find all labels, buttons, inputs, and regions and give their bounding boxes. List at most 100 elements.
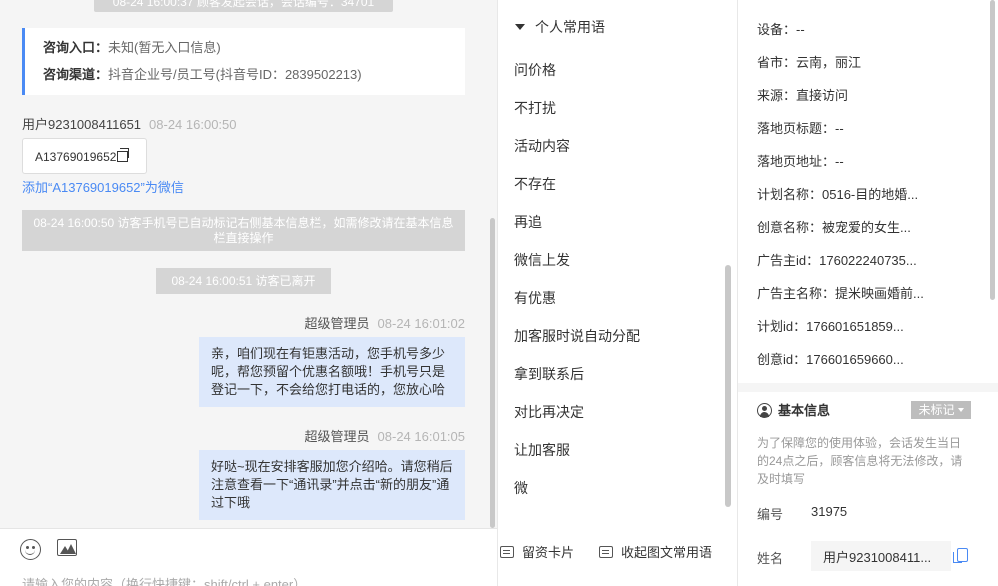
consult-channel-row: 咨询渠道：抖音企业号/员工号(抖音号ID：2839502213) [43,65,465,92]
visitor-message-bubble: A13769019652 [22,138,147,174]
agent-message-time: 08-24 16:01:05 [377,429,465,444]
field-value: 被宠爱的女生... [822,220,911,235]
field-plan-id: 计划id：176601651859... [757,316,904,335]
field-value: 提米映画婚前... [835,286,924,301]
card-icon [500,546,514,558]
mark-status-dropdown[interactable]: 未标记 [911,401,971,419]
phrase-item[interactable]: 让加客服 [514,440,570,460]
field-label: 落地页地址： [757,154,836,169]
phrase-item[interactable]: 问价格 [514,60,556,80]
phrase-item[interactable]: 有优惠 [514,288,556,308]
field-label: 设备： [757,22,797,37]
field-source: 来源：直接访问 [757,85,848,104]
field-advertiser-id: 广告主id：176022240735... [757,250,917,269]
consult-channel-label: 咨询渠道： [43,67,109,82]
visitor-message-meta: 用户9231008411651 08-24 16:00:50 [22,114,237,133]
field-device: 设备：-- [757,19,805,38]
field-creative-name: 创意名称：被宠爱的女生... [757,217,911,236]
name-label: 姓名 [757,551,784,566]
consult-entry-row: 咨询入口：未知(暂无入口信息) [43,38,465,65]
phrase-item[interactable]: 活动内容 [514,136,570,156]
field-label: 来源： [757,88,797,103]
field-value: 176601651859... [806,319,904,334]
field-value: -- [835,154,844,169]
field-label: 广告主名称： [757,286,836,301]
visitor-message-text: A13769019652 [35,150,117,164]
phrase-group-title: 个人常用语 [535,19,605,35]
field-value: 176022240735... [819,253,917,268]
copy-icon[interactable] [953,548,968,563]
message-input[interactable] [22,576,482,586]
agent-name: 超级管理员 [304,429,370,444]
consult-entry-label: 咨询入口： [43,40,109,55]
field-label: 省市： [757,55,797,70]
user-circle-icon [757,403,772,418]
agent-message-meta: 超级管理员 08-24 16:01:02 [305,313,465,332]
copy-icon[interactable] [117,148,130,162]
consult-channel-value: 抖音企业号/员工号(抖音号ID：2839502213) [108,67,362,82]
collapse-phrases-button[interactable]: 收起图文常用语 [599,542,712,561]
field-value: 云南，丽江 [796,55,862,70]
chat-panel: 08-24 16:00:37 顾客发起会话，会话编号：34701 咨询入口：未知… [0,0,497,586]
phrase-group-header[interactable]: 个人常用语 [515,17,605,37]
field-region: 省市：云南，丽江 [757,52,861,71]
system-message-visitor-left: 08-24 16:00:51 访客已离开 [156,268,331,294]
smiley-mouth [25,549,35,555]
mark-status-label: 未标记 [918,403,955,417]
caret-down-icon [957,408,964,412]
name-field[interactable] [811,541,951,571]
smiley-face-icon[interactable] [20,539,41,560]
phrase-item[interactable]: 不打扰 [514,98,556,118]
agent-message-meta: 超级管理员 08-24 16:01:05 [305,426,465,445]
number-label: 编号 [757,507,784,522]
consult-entry-value: 未知(暂无入口信息) [108,40,221,55]
field-plan-name: 计划名称：0516-目的地婚... [757,184,918,203]
field-label: 落地页标题： [757,121,836,136]
phrase-item[interactable]: 对比再决定 [514,402,584,422]
field-value: -- [796,22,805,37]
system-message-session-start: 08-24 16:00:37 顾客发起会话，会话编号：34701 [94,0,393,12]
basic-info-title: 基本信息 [778,403,831,418]
edit-notice: 为了保障您的使用体验，会话发生当日的24点之后，顾客信息将无法修改，请及时填写 [757,436,963,486]
phrase-item[interactable]: 拿到联系后 [514,364,584,384]
phrase-item[interactable]: 加客服时说自动分配 [514,326,640,346]
agent-name: 超级管理员 [304,316,370,331]
system-message-auto-mark: 08-24 16:00:50 访客手机号已自动标记右侧基本信息栏，如需修改请在基… [22,210,465,251]
agent-message-time: 08-24 16:01:02 [377,316,465,331]
field-label: 创意名称： [757,220,823,235]
field-value: 0516-目的地婚... [822,187,919,202]
phrase-item[interactable]: 微 [514,478,528,498]
field-value: 直接访问 [796,88,849,103]
agent-message-bubble: 好哒~现在安排客服加您介绍哈。请您稍后注意查看一下“通讯录”并点击“新的朋友”通… [199,450,465,520]
collapse-phrases-label: 收起图文常用语 [621,545,713,560]
consult-info-card: 咨询入口：未知(暂无入口信息) 咨询渠道：抖音企业号/员工号(抖音号ID：283… [22,28,465,95]
caret-down-icon [515,24,525,30]
visitor-name: 用户9231008411651 [22,117,142,132]
phrases-scrollbar[interactable] [725,265,731,507]
field-landing-url: 落地页地址：-- [757,151,844,170]
image-icon[interactable] [57,539,77,556]
phrase-item[interactable]: 不存在 [514,174,556,194]
phrase-item[interactable]: 微信上发 [514,250,570,270]
visitor-message-time: 08-24 16:00:50 [149,117,237,132]
agent-message-bubble: 亲，咱们现在有钜惠活动，您手机号多少呢，帮您预留个优惠名额哦！手机号只是登记一下… [199,337,465,407]
field-value: -- [835,121,844,136]
field-landing-title: 落地页标题：-- [757,118,844,137]
field-creative-id: 创意id：176601659660... [757,349,904,368]
leave-card-button[interactable]: 留资卡片 [500,542,574,561]
chat-history[interactable]: 08-24 16:00:37 顾客发起会话，会话编号：34701 咨询入口：未知… [0,0,497,528]
field-label: 广告主id： [757,253,820,268]
phrase-item[interactable]: 再追 [514,212,542,232]
basic-info-header: 基本信息 [757,400,830,419]
field-advertiser-name: 广告主名称：提米映画婚前... [757,283,924,302]
field-value: 176601659660... [806,352,904,367]
field-label: 计划id： [757,319,807,334]
chat-scrollbar[interactable] [490,218,495,528]
quick-phrases-panel: 个人常用语 问价格 不打扰 活动内容 不存在 再追 微信上发 有优惠 加客服时说… [497,0,737,586]
customer-info-panel: 设备：-- 省市：云南，丽江 来源：直接访问 落地页标题：-- 落地页地址：--… [737,0,998,586]
card-icon [599,546,613,558]
field-label: 计划名称： [757,187,823,202]
add-wechat-link[interactable]: 添加“A13769019652”为微信 [22,177,184,196]
customer-scrollbar[interactable] [990,0,995,300]
leave-card-label: 留资卡片 [522,545,575,560]
